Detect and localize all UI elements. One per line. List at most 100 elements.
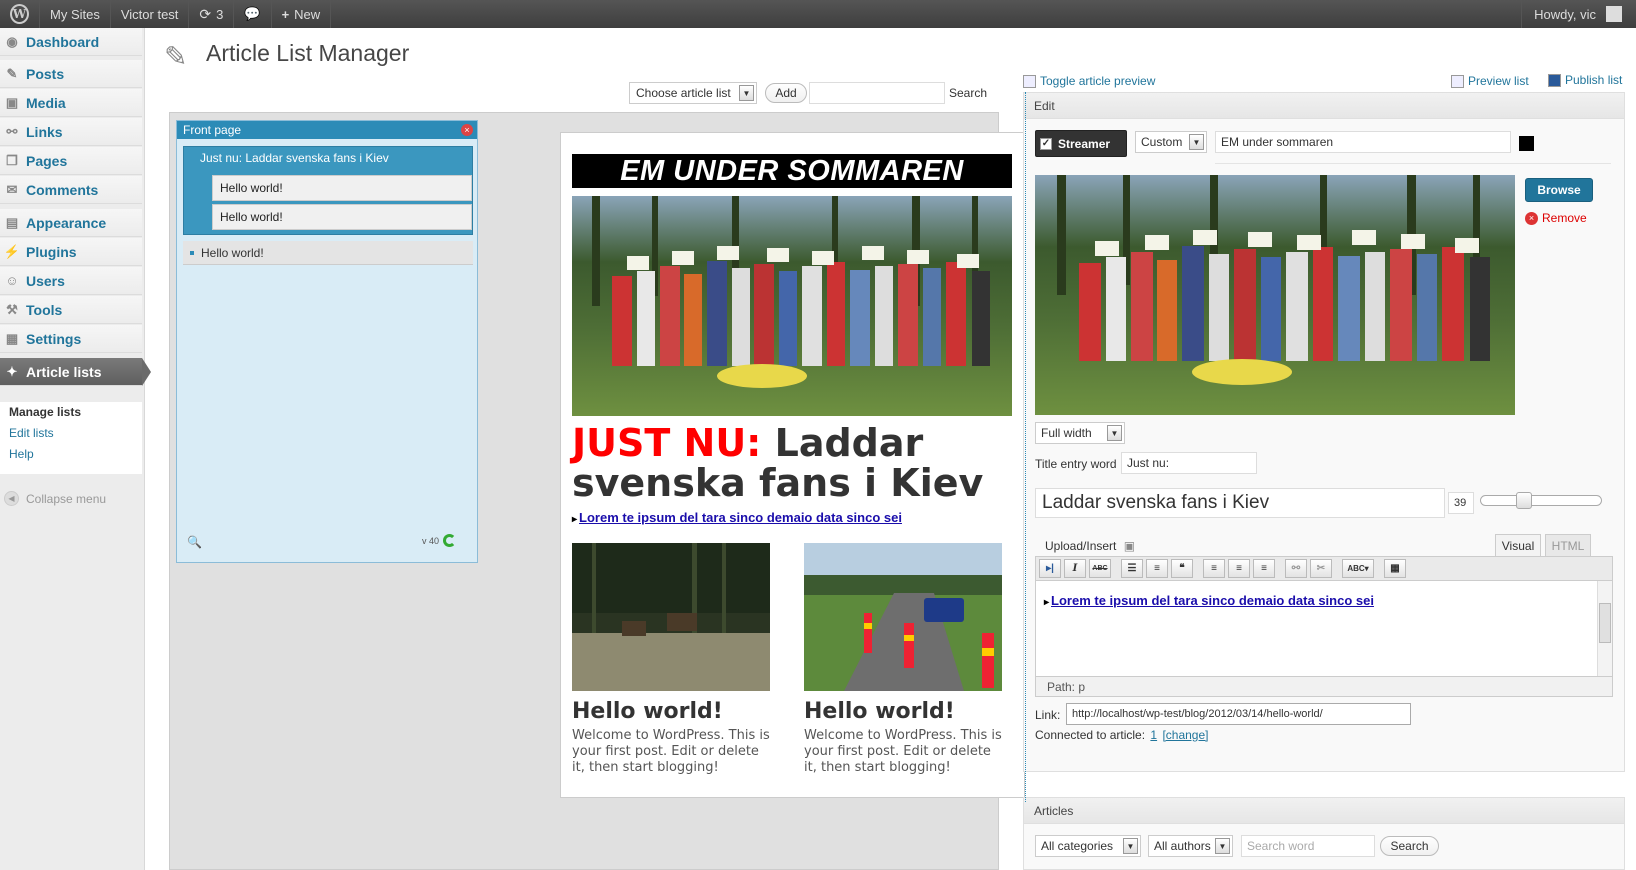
publish-list-link[interactable]: Publish list <box>1548 73 1622 87</box>
insert-link-icon[interactable]: ⚯ <box>1285 559 1307 578</box>
media-upload-icon[interactable]: ▣ <box>1124 539 1135 553</box>
chevron-down-icon: ▼ <box>1123 838 1138 854</box>
my-sites-menu[interactable]: My Sites <box>40 0 111 28</box>
sidebar-item-comments[interactable]: ✉ Comments <box>0 176 142 204</box>
collapse-menu-button[interactable]: ◀ Collapse menu <box>4 491 106 506</box>
remove-image-link[interactable]: × Remove <box>1525 211 1587 225</box>
kitchen-sink-icon[interactable]: ▦ <box>1384 559 1406 578</box>
category-filter-select[interactable]: All categories ▼ <box>1035 835 1141 857</box>
article-link-input[interactable]: http://localhost/wp-test/blog/2012/03/14… <box>1066 703 1411 725</box>
select-value: Choose article list <box>636 86 731 100</box>
new-content-button[interactable]: + New <box>272 0 332 28</box>
post-title: Hello world! <box>572 699 723 724</box>
sidebar-item-appearance[interactable]: ▤ Appearance <box>0 209 142 237</box>
list-item[interactable]: Hello world! <box>212 204 472 230</box>
editor-scrollbar[interactable] <box>1597 581 1612 676</box>
site-name-menu[interactable]: Victor test <box>111 0 190 28</box>
group-photo-image <box>1035 175 1515 415</box>
sidebar-item-posts[interactable]: ✎ Posts <box>0 60 142 88</box>
toggle-preview-link[interactable]: Toggle article preview <box>1023 74 1155 88</box>
slider-handle[interactable] <box>1516 492 1532 509</box>
sidebar-item-links[interactable]: ⚯ Links <box>0 118 142 146</box>
numbered-list-icon[interactable]: ≡ <box>1146 559 1168 578</box>
post-excerpt: Welcome to WordPress. This is your first… <box>572 728 770 775</box>
streamer-text-input[interactable]: EM under sommaren <box>1215 131 1511 153</box>
sidebar-item-plugins[interactable]: ⚡ Plugins <box>0 238 142 266</box>
tab-visual[interactable]: Visual <box>1495 534 1541 556</box>
list-search-input[interactable] <box>809 82 945 104</box>
align-center-icon[interactable]: ≡ <box>1228 559 1250 578</box>
scrollbar-thumb[interactable] <box>1599 603 1611 643</box>
submenu-manage-lists[interactable]: Manage lists <box>0 402 142 423</box>
title-entry-word-input[interactable]: Just nu: <box>1121 452 1257 474</box>
front-page-header[interactable]: Front page × <box>177 121 477 139</box>
streamer-type-select[interactable]: Custom ▼ <box>1135 131 1207 153</box>
article-search-input[interactable]: Search word <box>1241 835 1375 857</box>
bullet-list-icon[interactable]: ☰ <box>1121 559 1143 578</box>
align-right-icon[interactable]: ≡ <box>1253 559 1275 578</box>
browse-image-button[interactable]: Browse <box>1525 178 1593 202</box>
sidebar-item-users[interactable]: ☺ Users <box>0 267 142 295</box>
add-list-button[interactable]: Add <box>765 83 807 103</box>
account-menu[interactable]: Howdy, vic <box>1521 0 1636 28</box>
unlink-icon[interactable]: ✂ <box>1310 559 1332 578</box>
italic-icon[interactable]: I <box>1064 559 1086 578</box>
font-size-input[interactable]: 39 <box>1448 492 1474 514</box>
sidebar-item-label: Users <box>26 272 65 289</box>
refresh-icon[interactable] <box>443 534 456 547</box>
list-group[interactable]: Just nu: Laddar svenska fans i Kiev Hell… <box>183 146 473 235</box>
strikethrough-icon[interactable]: ABC <box>1089 559 1111 578</box>
sidebar-item-media[interactable]: ▣ Media <box>0 89 142 117</box>
streamer-toggle[interactable]: ✓ Streamer <box>1035 130 1127 157</box>
preview-article-link[interactable]: Lorem te ipsum del tara sinco demaio dat… <box>572 510 902 525</box>
submenu-edit-lists[interactable]: Edit lists <box>0 423 142 444</box>
image-width-select[interactable]: Full width ▼ <box>1035 422 1125 444</box>
align-left-icon[interactable]: ≡ <box>1203 559 1225 578</box>
link-label: Link: <box>1035 708 1061 722</box>
choose-article-list-select[interactable]: Choose article list ▼ <box>629 82 757 104</box>
remove-label: Remove <box>1542 211 1587 225</box>
updates-button[interactable]: ⟳ 3 <box>189 0 235 28</box>
tab-html[interactable]: HTML <box>1545 534 1591 556</box>
list-item[interactable]: Hello world! <box>212 175 472 201</box>
select-value: Custom <box>1141 135 1183 149</box>
sidebar-item-label: Media <box>26 94 66 111</box>
toolbar-toggle-icon[interactable]: ▸| <box>1039 559 1061 578</box>
list-item[interactable]: Hello world! <box>183 241 473 265</box>
change-article-link[interactable]: [change] <box>1162 728 1208 742</box>
font-size-slider[interactable] <box>1480 492 1602 509</box>
sidebar-item-dashboard[interactable]: ◉ Dashboard <box>0 28 142 56</box>
editor-content-link[interactable]: Lorem te ipsum del tara sinco demaio dat… <box>1044 593 1374 608</box>
rich-text-editor[interactable]: Lorem te ipsum del tara sinco demaio dat… <box>1035 580 1613 677</box>
sidebar-item-settings[interactable]: ▦ Settings <box>0 325 142 353</box>
refresh-icon: ⟳ <box>199 5 212 22</box>
connected-article-id-link[interactable]: 1 <box>1150 728 1157 742</box>
media-icon: ▣ <box>5 94 19 110</box>
comments-button[interactable]: 💬 <box>234 0 272 28</box>
sidebar-item-label: Plugins <box>26 243 77 260</box>
preview-magnifier-icon[interactable]: 🔍 <box>187 535 202 549</box>
sidebar-item-label: Tools <box>26 301 63 318</box>
article-search-button[interactable]: Search <box>1380 836 1439 856</box>
list-search-button[interactable]: Search <box>949 86 987 100</box>
collapse-label: Collapse menu <box>26 491 107 506</box>
floppy-disk-icon <box>1548 73 1561 87</box>
select-value: All authors <box>1154 839 1211 853</box>
close-icon[interactable]: × <box>461 124 473 136</box>
road-car-image <box>804 543 1002 691</box>
streamer-color-swatch[interactable] <box>1519 136 1534 151</box>
submenu-help[interactable]: Help <box>0 444 142 465</box>
preview-list-link[interactable]: Preview list <box>1451 74 1529 88</box>
author-filter-select[interactable]: All authors ▼ <box>1148 835 1233 857</box>
blockquote-icon[interactable]: ❝ <box>1171 559 1193 578</box>
spellcheck-icon[interactable]: ABC▾ <box>1342 559 1374 578</box>
sidebar-item-article-lists[interactable]: ✦ Article lists <box>0 358 151 386</box>
wordpress-logo-button[interactable]: W <box>0 0 40 28</box>
plus-icon: + <box>281 6 290 22</box>
article-lists-icon: ✦ <box>6 363 18 379</box>
sidebar-item-pages[interactable]: ❐ Pages <box>0 147 142 175</box>
sidebar-item-tools[interactable]: ⚒ Tools <box>0 296 142 324</box>
article-title-input[interactable]: Laddar svenska fans i Kiev <box>1035 488 1445 518</box>
article-image-editor <box>1035 175 1515 415</box>
article-headline: JUST NU: Laddar svenska fans i Kiev <box>572 423 1017 503</box>
